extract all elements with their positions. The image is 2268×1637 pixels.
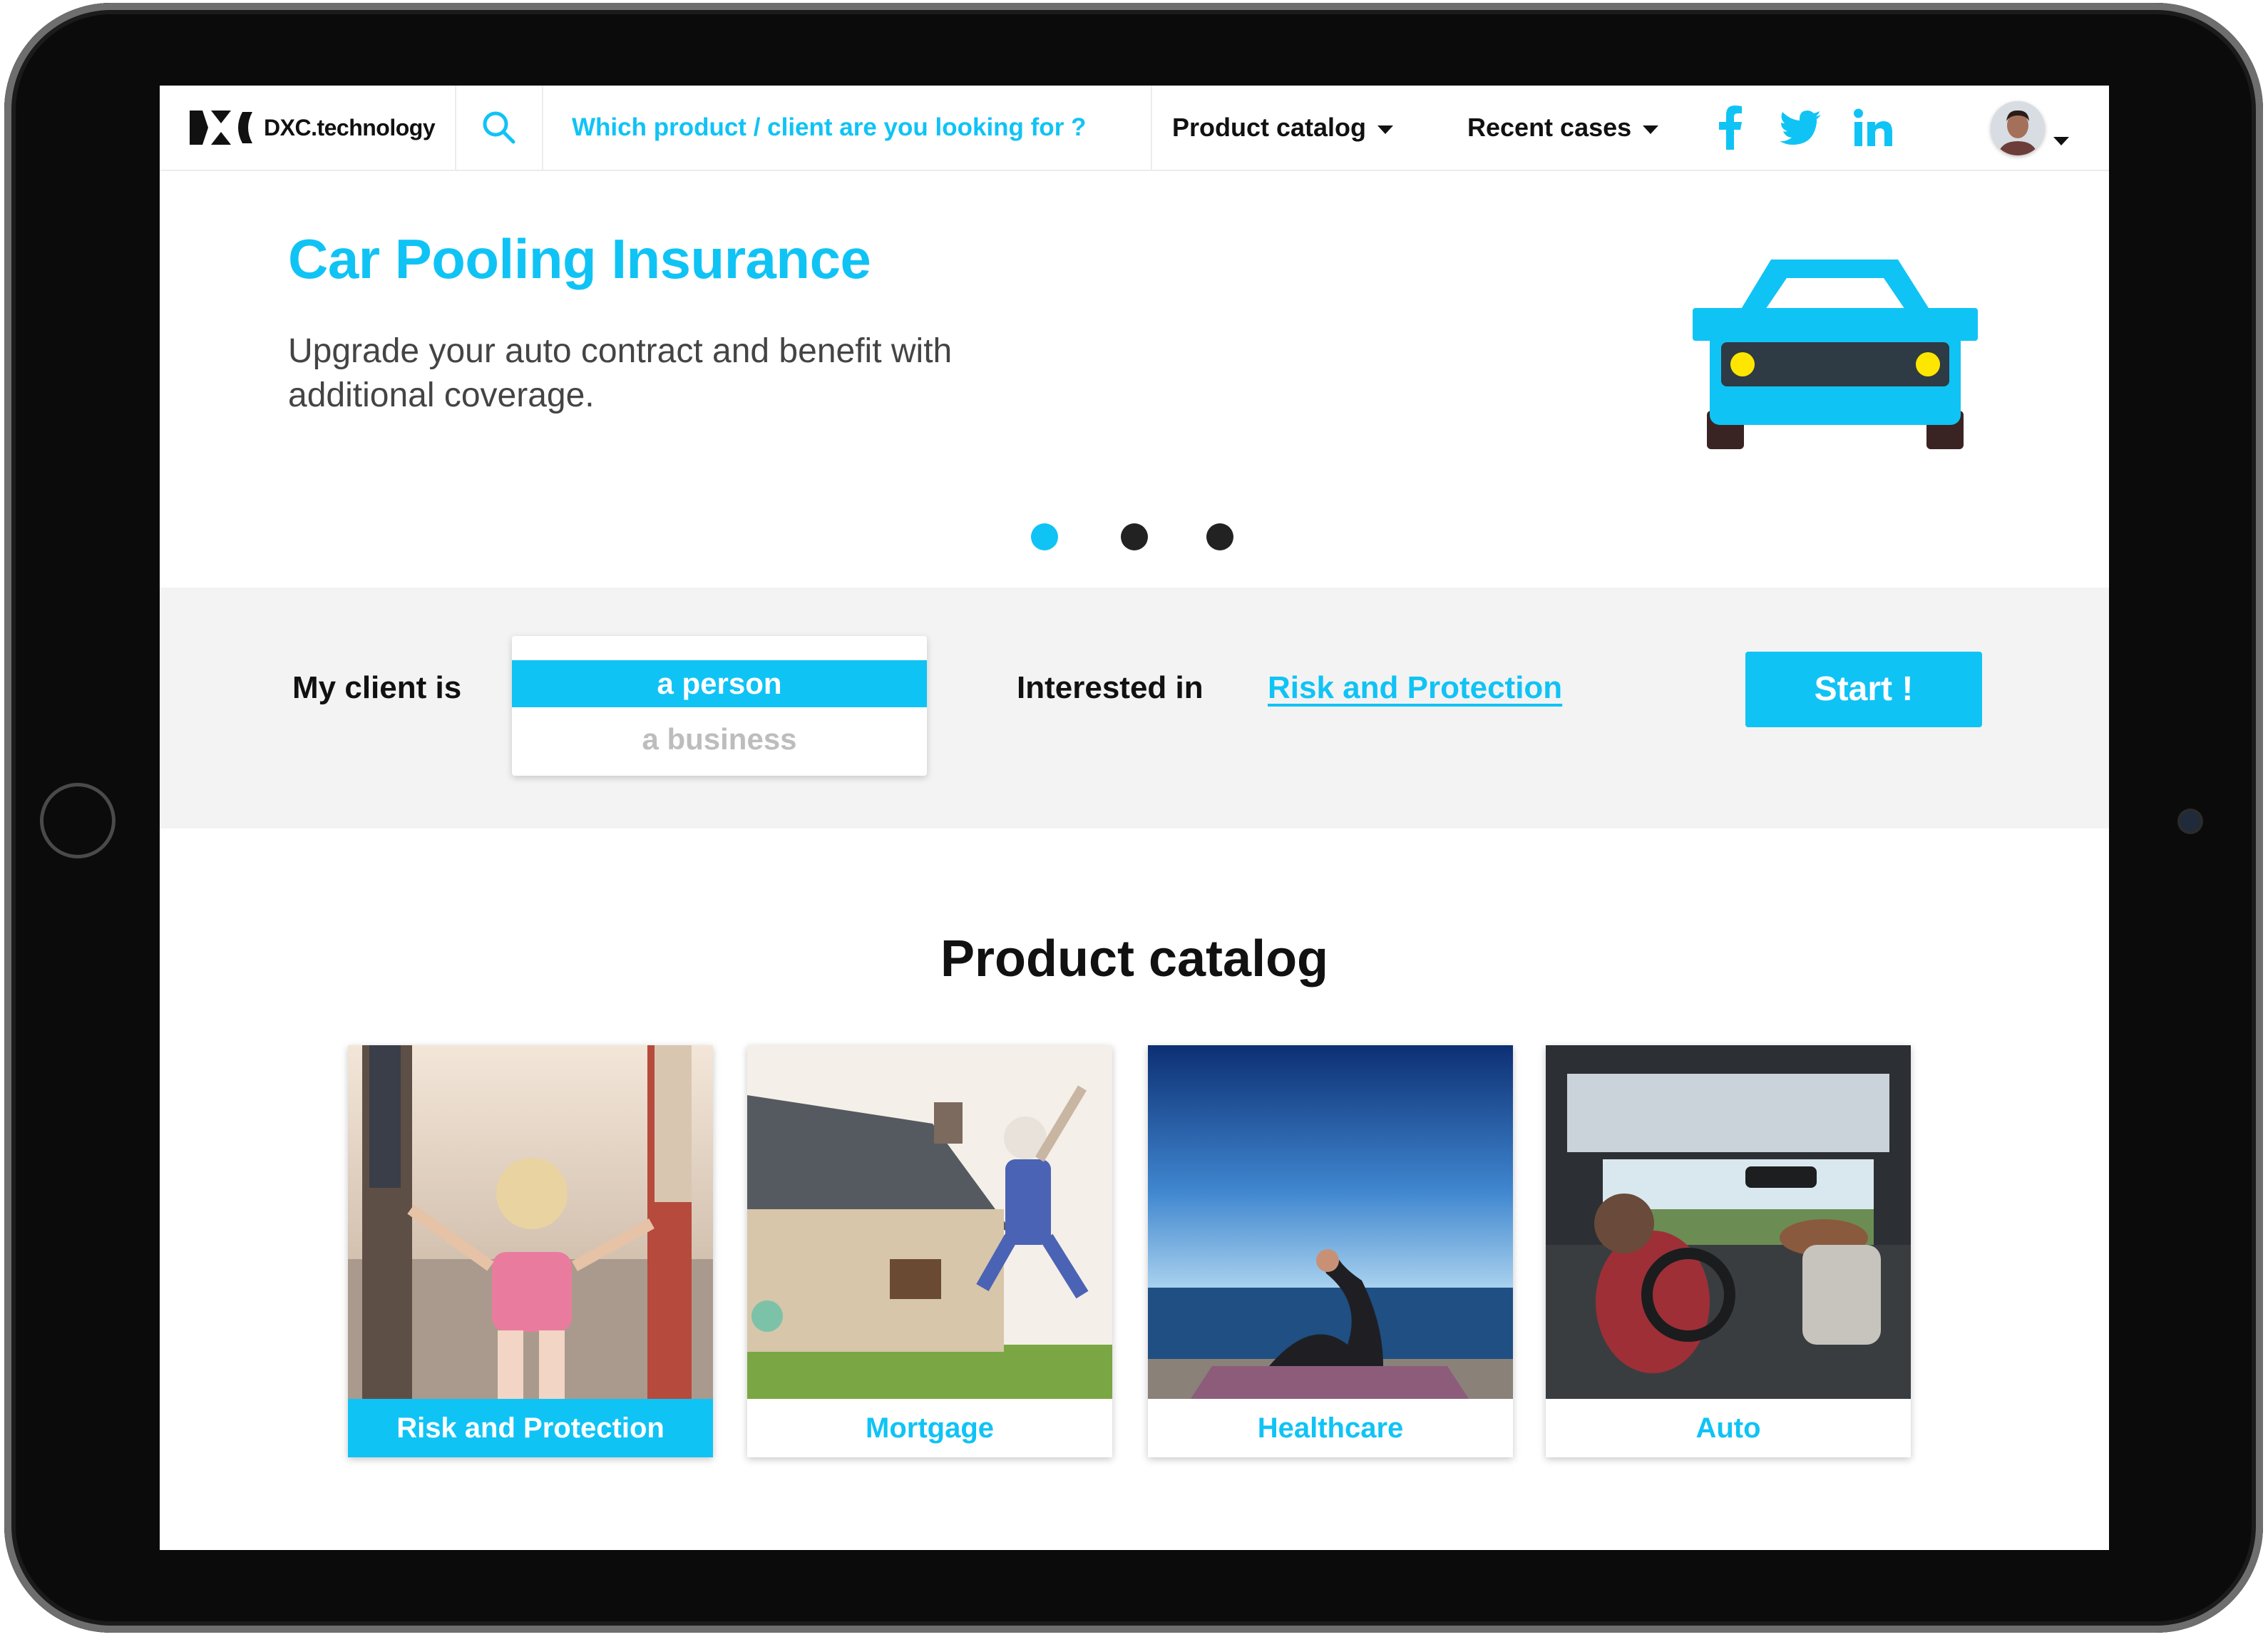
catalog-card-risk[interactable]: Risk and Protection xyxy=(348,1045,713,1457)
logo-text: DXC.technology xyxy=(264,114,436,140)
search-input[interactable]: Which product / client are you looking f… xyxy=(572,86,1086,170)
app-screen: DXC.technology Which product / client ar… xyxy=(160,86,2109,1550)
carousel-dot-3[interactable] xyxy=(1206,523,1233,550)
client-option-person[interactable]: a person xyxy=(512,660,927,707)
house-jump-photo xyxy=(747,1045,1112,1399)
card-label: Auto xyxy=(1546,1399,1911,1457)
car-icon xyxy=(1693,260,1978,449)
car-interior-photo xyxy=(1546,1045,1911,1399)
catalog-card-auto[interactable]: Auto xyxy=(1546,1045,1911,1457)
nav-product-catalog[interactable]: Product catalog xyxy=(1172,86,1394,170)
client-label: My client is xyxy=(292,670,462,705)
facebook-icon[interactable] xyxy=(1705,101,1755,154)
interest-label: Interested in xyxy=(1017,670,1204,705)
camera-icon xyxy=(2180,811,2200,831)
caret-down-icon xyxy=(1643,125,1659,134)
card-label: Healthcare xyxy=(1148,1399,1513,1457)
carousel-dot-1[interactable] xyxy=(1031,523,1058,550)
client-type-select[interactable]: a person a business xyxy=(512,636,927,776)
home-button[interactable] xyxy=(40,783,116,858)
caret-down-icon[interactable] xyxy=(2053,137,2069,145)
top-navbar: DXC.technology Which product / client ar… xyxy=(160,86,2109,171)
linkedin-icon[interactable] xyxy=(1848,101,1898,154)
carousel-dot-2[interactable] xyxy=(1121,523,1148,550)
family-walking-photo xyxy=(348,1045,713,1399)
carousel-dots xyxy=(1031,523,1266,552)
search-button[interactable] xyxy=(456,86,543,170)
yoga-sea-photo xyxy=(1148,1045,1513,1399)
catalog-card-healthcare[interactable]: Healthcare xyxy=(1148,1045,1513,1457)
card-label: Mortgage xyxy=(747,1399,1112,1457)
nav-product-catalog-label: Product catalog xyxy=(1172,113,1367,142)
avatar-icon xyxy=(1991,101,2045,155)
interest-link[interactable]: Risk and Protection xyxy=(1268,670,1562,706)
search-icon xyxy=(483,111,515,144)
logo[interactable]: DXC.technology xyxy=(160,86,456,170)
catalog-title: Product catalog xyxy=(940,930,1329,987)
caret-down-icon xyxy=(1377,125,1394,134)
nav-recent-cases[interactable]: Recent cases xyxy=(1467,86,1659,170)
client-option-business[interactable]: a business xyxy=(512,716,927,763)
twitter-icon[interactable] xyxy=(1775,101,1825,154)
hero-title: Car Pooling Insurance xyxy=(288,227,871,290)
hero-subtitle: Upgrade your auto contract and benefit w… xyxy=(288,332,953,414)
card-label: Risk and Protection xyxy=(348,1399,713,1457)
nav-recent-cases-label: Recent cases xyxy=(1467,113,1632,142)
start-button[interactable]: Start ! xyxy=(1745,652,1982,727)
nav-divider xyxy=(1151,86,1152,170)
dxc-logo-icon xyxy=(190,111,252,145)
user-avatar[interactable] xyxy=(1991,101,2045,155)
catalog-card-mortgage[interactable]: Mortgage xyxy=(747,1045,1112,1457)
